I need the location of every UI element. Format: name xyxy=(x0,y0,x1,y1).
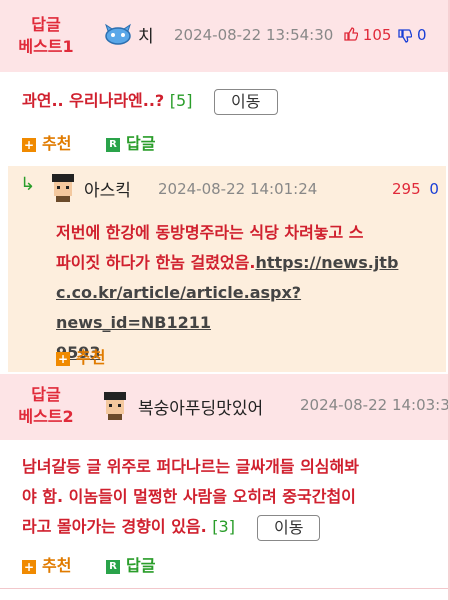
reply-box-icon: R xyxy=(106,559,120,574)
reply-body: 저번에 한강에 동방명주라는 식당 차려놓고 스 파이짓 하다가 한놈 걸렸었음… xyxy=(56,218,436,368)
best1-reply-count[interactable]: [5] xyxy=(170,91,193,110)
reply-downvote-count: 0 xyxy=(429,180,439,198)
best2-body: 남녀갈등 글 위주로 퍼다나르는 글싸개들 의심해봐 야 함. 이놈들이 멀쩡한… xyxy=(22,452,442,542)
reply-votes: 295 0 xyxy=(392,180,439,198)
best1-reply-button[interactable]: R 답글 xyxy=(106,130,155,154)
best1-move-button[interactable]: 이동 xyxy=(214,88,278,115)
divider xyxy=(0,588,450,589)
news-link-cont[interactable]: c.co.kr/article/article.aspx?news_id=NB1… xyxy=(56,278,436,338)
best1-recommend-button[interactable]: + 추천 xyxy=(22,130,71,154)
news-link-end[interactable]: 9593 xyxy=(56,338,436,368)
reply-box-icon: R xyxy=(106,137,120,152)
news-link[interactable]: https://news.jtb xyxy=(255,253,398,272)
plus-icon: + xyxy=(22,137,36,152)
avatar xyxy=(104,392,126,420)
best2-reply-count[interactable]: [3] xyxy=(212,517,235,536)
plus-icon: + xyxy=(22,559,36,574)
avatar xyxy=(52,174,74,202)
best1-label: 답글 베스트1 xyxy=(18,15,74,56)
best2-reply-button[interactable]: R 답글 xyxy=(106,552,155,576)
thumb-down-icon[interactable] xyxy=(398,29,413,43)
thumb-up-icon[interactable] xyxy=(344,27,359,41)
best2-recommend-button[interactable]: + 추천 xyxy=(22,552,71,576)
best1-date: 2024-08-22 13:54:30 xyxy=(174,26,334,44)
reply-date: 2024-08-22 14:01:24 xyxy=(158,180,318,198)
best1-upvote-count: 105 xyxy=(362,26,392,44)
best2-date: 2024-08-22 14:03:3 xyxy=(300,396,450,414)
reply-nickname[interactable]: 아스킥 xyxy=(84,176,131,201)
best2-nickname[interactable]: 복숭아푸딩맛있어 xyxy=(138,394,263,419)
best2-label: 답글 베스트2 xyxy=(18,385,74,426)
reply-upvote-count: 295 xyxy=(392,180,421,198)
reply-arrow-icon: ↳ xyxy=(20,174,36,195)
best2-move-button[interactable]: 이동 xyxy=(256,514,321,541)
best1-text: 과연.. 우리나라엔..? xyxy=(22,91,165,110)
best1-nickname[interactable]: 치 xyxy=(138,22,154,47)
best1-votes: 105 0 xyxy=(344,26,427,44)
best1-downvote-count: 0 xyxy=(416,26,427,44)
mascot-icon xyxy=(105,23,131,45)
plus-icon: + xyxy=(56,351,70,366)
best1-body: 과연.. 우리나라엔..? [5] 이동 xyxy=(22,86,278,116)
reply-recommend-button[interactable]: + 추천 xyxy=(56,344,105,368)
